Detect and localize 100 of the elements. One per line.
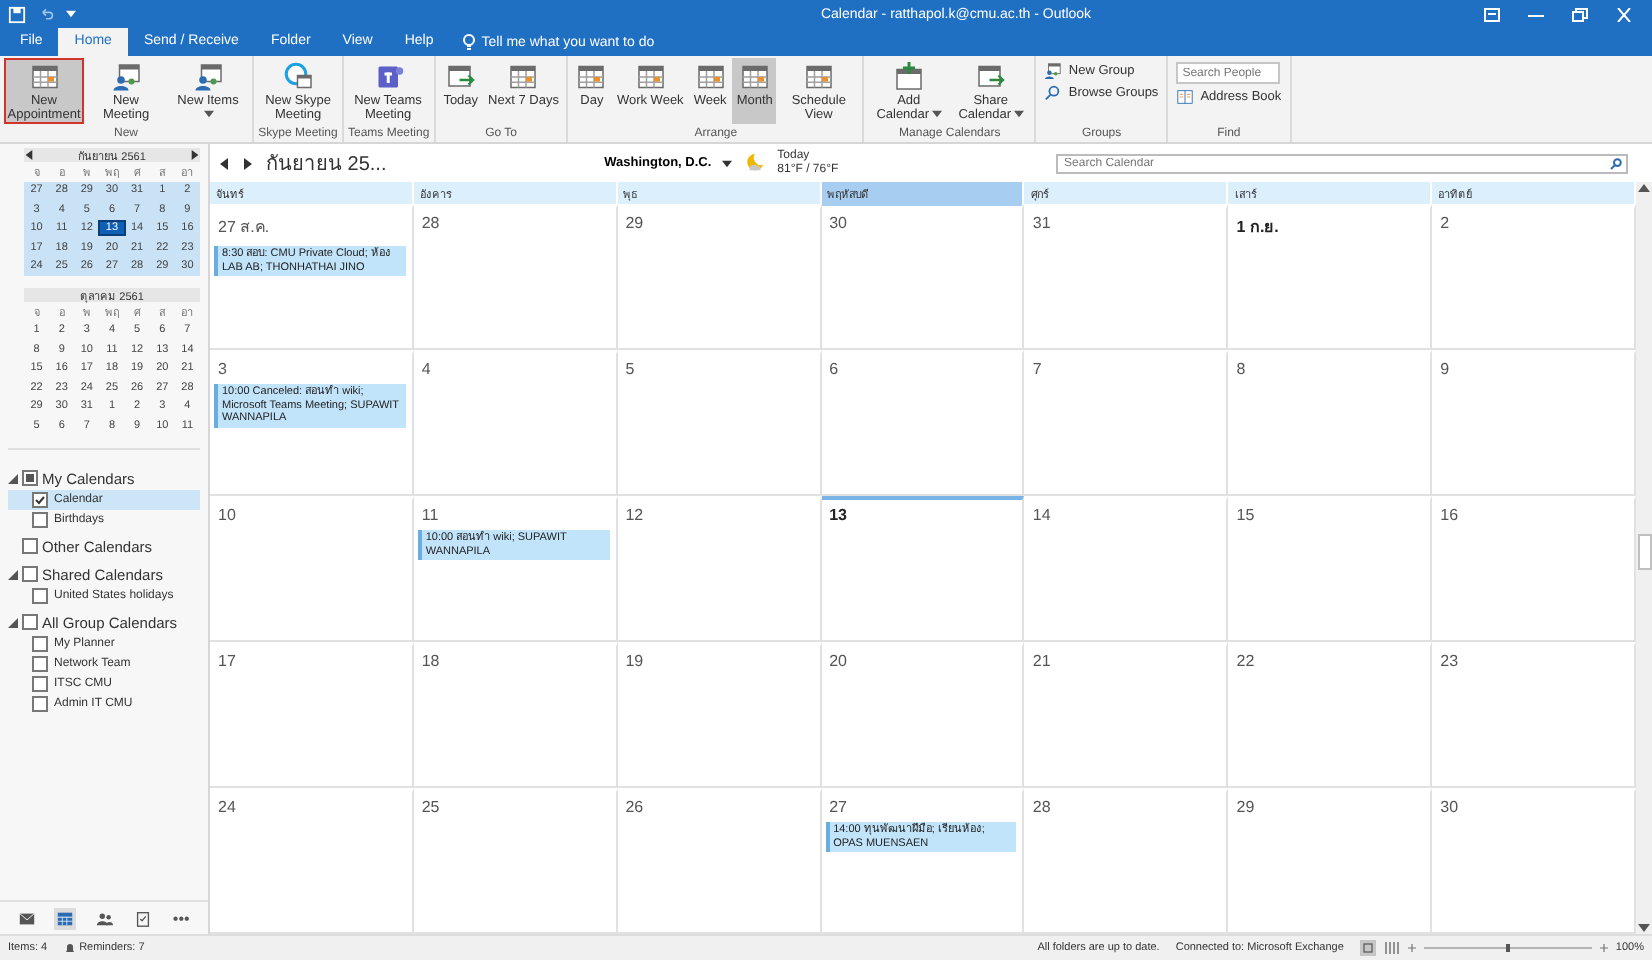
day-number: 2 bbox=[1438, 214, 1452, 232]
day-cell[interactable]: 21 bbox=[1024, 642, 1229, 786]
day-cell[interactable]: 29 bbox=[617, 204, 822, 348]
calendar-icon bbox=[695, 62, 726, 92]
day-cell[interactable]: 22 bbox=[1228, 642, 1433, 786]
checkbox[interactable] bbox=[32, 491, 48, 507]
calendar-people-icon bbox=[193, 62, 223, 92]
close-icon[interactable] bbox=[1616, 7, 1632, 21]
search-icon bbox=[1610, 157, 1623, 169]
day-cell[interactable]: 25 bbox=[413, 788, 618, 932]
day-cell[interactable]: 12 bbox=[617, 496, 822, 640]
day-cell[interactable]: 26 bbox=[617, 788, 822, 932]
normal-view-icon[interactable] bbox=[1359, 940, 1376, 956]
zoom-slider[interactable] bbox=[1407, 942, 1608, 954]
day-number: 21 bbox=[1030, 652, 1053, 670]
previous-arrow-icon[interactable] bbox=[24, 150, 34, 160]
calendar-icon bbox=[508, 62, 539, 92]
day-cell[interactable]: 24 bbox=[210, 788, 414, 932]
day-cell[interactable]: 6 bbox=[821, 350, 1025, 494]
day-cell[interactable]: 15 bbox=[1228, 496, 1433, 640]
day-number: 11 bbox=[419, 506, 441, 524]
calendar-icon bbox=[739, 62, 770, 92]
day-cell[interactable]: 30 bbox=[821, 204, 1025, 348]
checkbox[interactable] bbox=[22, 538, 38, 554]
lightbulb-icon bbox=[461, 34, 476, 50]
scroll-up-icon[interactable] bbox=[1638, 182, 1650, 194]
checkbox[interactable] bbox=[32, 655, 48, 671]
undo-icon[interactable] bbox=[38, 6, 54, 22]
expand-icon[interactable] bbox=[8, 569, 18, 579]
day-cell[interactable]: 31 bbox=[1024, 204, 1229, 348]
tile-icon bbox=[373, 62, 403, 92]
day-cell[interactable]: 28 bbox=[1024, 788, 1229, 932]
day-number: 3 bbox=[216, 360, 229, 378]
restore-icon[interactable] bbox=[1572, 7, 1588, 21]
checkbox[interactable] bbox=[32, 511, 48, 527]
expand-icon[interactable] bbox=[8, 617, 18, 627]
nav-button[interactable] bbox=[16, 907, 39, 929]
caret-icon bbox=[204, 110, 214, 119]
day-cell[interactable]: 8 bbox=[1228, 350, 1433, 494]
day-number: 28 bbox=[1030, 798, 1053, 816]
day-number: 19 bbox=[623, 652, 646, 670]
checkbox[interactable] bbox=[22, 614, 38, 630]
nav-button[interactable] bbox=[132, 907, 155, 929]
day-cell[interactable]: 4 bbox=[413, 350, 618, 494]
day-number: 9 bbox=[1438, 360, 1452, 378]
checkbox[interactable] bbox=[22, 470, 38, 486]
day-cell[interactable]: 13 bbox=[821, 496, 1025, 640]
day-cell[interactable]: 1 ก.ย. bbox=[1228, 204, 1433, 348]
next-arrow-icon[interactable] bbox=[242, 157, 254, 169]
month-title: กันยายน 25... bbox=[266, 152, 387, 178]
more-button[interactable]: ••• bbox=[170, 909, 192, 927]
calendar-people-icon bbox=[1044, 62, 1063, 80]
day-number: 7 bbox=[1030, 360, 1044, 378]
day-number: 12 bbox=[623, 506, 646, 524]
task-icon bbox=[134, 909, 153, 927]
day-cell[interactable]: 18 bbox=[413, 642, 618, 786]
day-cell[interactable]: 14 bbox=[1024, 496, 1229, 640]
day-number: 13 bbox=[827, 506, 849, 524]
caret-icon bbox=[721, 159, 732, 167]
reading-view-icon[interactable] bbox=[1383, 940, 1400, 956]
caret-icon[interactable] bbox=[66, 10, 76, 18]
checkbox[interactable] bbox=[32, 587, 48, 603]
day-cell[interactable]: 10 bbox=[210, 496, 414, 640]
day-cell[interactable]: 7 bbox=[1024, 350, 1229, 494]
checkbox[interactable] bbox=[32, 635, 48, 651]
zoom-thumb[interactable] bbox=[1505, 944, 1510, 952]
day-number: 29 bbox=[623, 214, 646, 232]
moon-cloud-icon bbox=[743, 152, 766, 174]
save-icon[interactable] bbox=[8, 5, 26, 23]
day-number: 5 bbox=[623, 360, 637, 378]
people-icon bbox=[95, 909, 114, 927]
scroll-thumb[interactable] bbox=[1637, 534, 1651, 570]
nav-button[interactable] bbox=[54, 907, 77, 929]
ribbon-display-icon[interactable] bbox=[1484, 7, 1500, 21]
calendar-plus-icon bbox=[893, 62, 924, 92]
calendar-icon bbox=[635, 62, 666, 92]
caret-icon bbox=[1013, 110, 1024, 119]
calendar-icon bbox=[803, 62, 834, 92]
day-number: 18 bbox=[419, 652, 442, 670]
day-cell[interactable]: 29 bbox=[1228, 788, 1433, 932]
checkbox[interactable] bbox=[22, 566, 38, 582]
chat-bubble-icon bbox=[283, 62, 313, 92]
day-number: 14 bbox=[1030, 506, 1053, 524]
day-number: 23 bbox=[1438, 652, 1461, 670]
previous-arrow-icon[interactable] bbox=[218, 157, 230, 169]
day-cell[interactable]: 20 bbox=[821, 642, 1025, 786]
checkbox[interactable] bbox=[32, 675, 48, 691]
day-cell[interactable]: 17 bbox=[210, 642, 414, 786]
day-number: 20 bbox=[827, 652, 849, 670]
address-book-icon bbox=[1176, 88, 1195, 106]
day-cell[interactable]: 5 bbox=[617, 350, 822, 494]
next-arrow-icon[interactable] bbox=[190, 150, 200, 160]
expand-icon[interactable] bbox=[8, 473, 18, 483]
day-cell[interactable]: 19 bbox=[617, 642, 822, 786]
checkbox[interactable] bbox=[32, 695, 48, 711]
day-number: 1 ก.ย. bbox=[1234, 216, 1281, 240]
day-number: 29 bbox=[1234, 798, 1257, 816]
day-cell[interactable]: 28 bbox=[413, 204, 618, 348]
day-number: 31 bbox=[1030, 214, 1053, 232]
mail-icon bbox=[18, 909, 37, 927]
